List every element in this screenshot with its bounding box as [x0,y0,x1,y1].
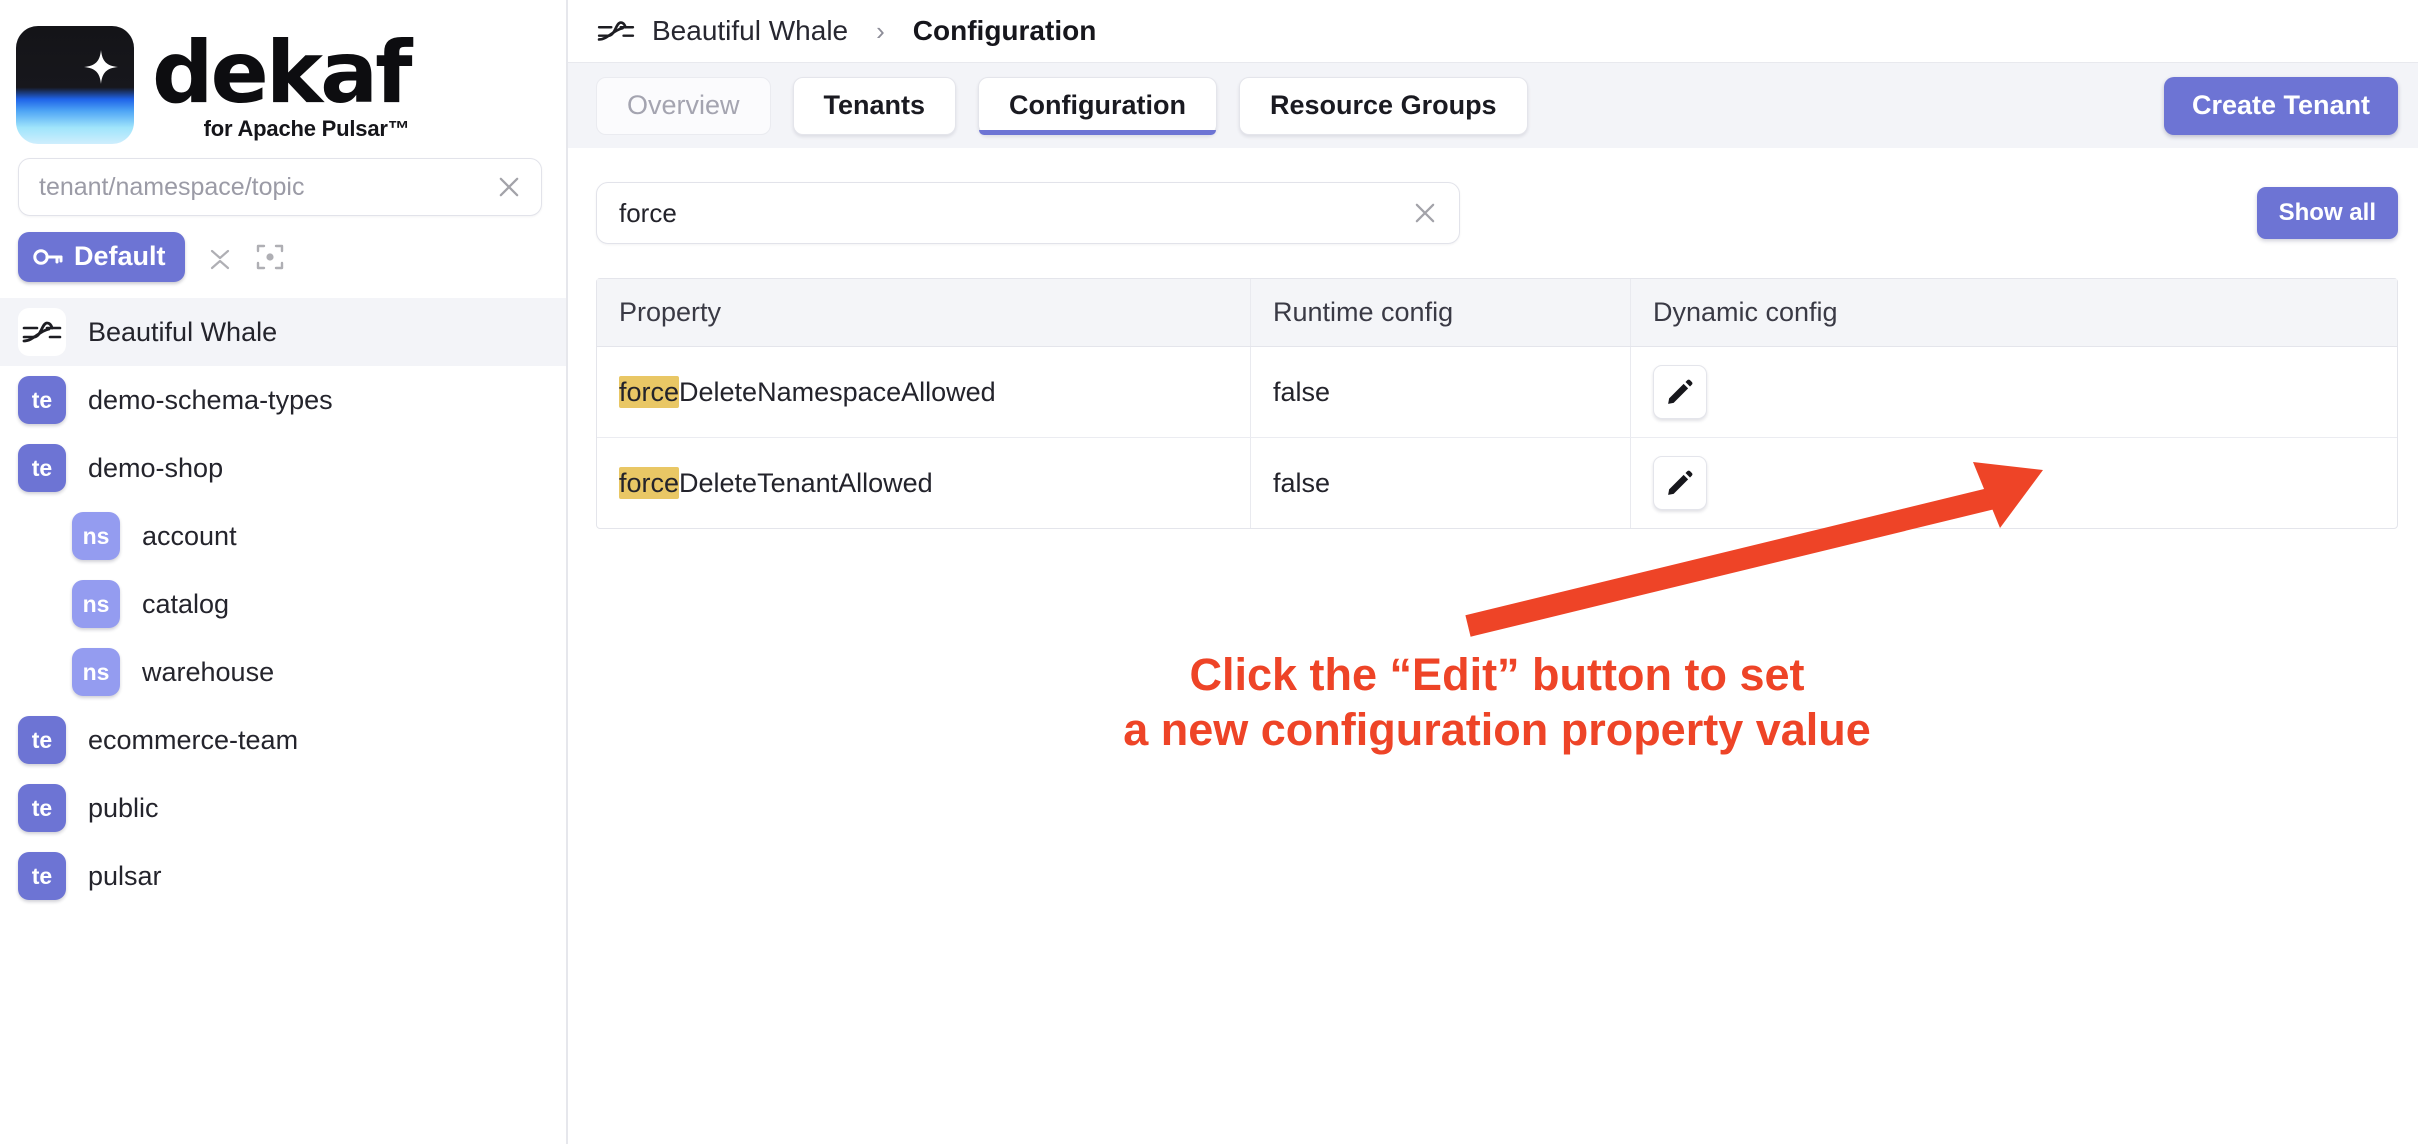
tree-item-pulsar[interactable]: te pulsar [0,842,566,910]
topic-search-input[interactable] [39,172,495,202]
tree-item-label: demo-shop [88,452,224,483]
tab-overview: Overview [596,76,771,135]
property-name-rest: DeleteTenantAllowed [679,467,933,498]
topic-search[interactable] [18,158,542,216]
column-header-runtime-config: Runtime config [1251,279,1631,346]
tree-item-label: pulsar [88,860,162,891]
tree-item-label: demo-schema-types [88,384,333,415]
app-root: dekaf for Apache Pulsar™ Default [0,0,2418,1144]
tree-item-catalog[interactable]: ns catalog [0,570,566,638]
table-row: forceDeleteNamespaceAllowed false [597,347,2397,437]
tab-configuration[interactable]: Configuration [978,76,1218,135]
tab-tenants[interactable]: Tenants [792,76,957,135]
close-icon[interactable] [495,173,523,201]
tab-bar: Overview Tenants Configuration Resource … [568,62,2418,148]
breadcrumb-current: Configuration [912,15,1097,46]
create-tenant-button[interactable]: Create Tenant [2163,76,2398,135]
table-header-row: Property Runtime config Dynamic config [597,279,2397,347]
column-header-property: Property [597,279,1251,346]
namespace-badge: ns [72,648,120,696]
tree-item-public[interactable]: te public [0,774,566,842]
tree-item-label: public [88,792,159,823]
tree-item-label: warehouse [142,656,275,687]
configuration-table: Property Runtime config Dynamic config f… [596,278,2398,529]
breadcrumb-cluster[interactable]: Beautiful Whale [652,15,848,47]
scope-default-button[interactable]: Default [18,232,185,282]
annotation-line-2: a new configuration property value [1123,703,1871,755]
tenant-badge: te [18,444,66,492]
property-filter[interactable] [596,182,1460,244]
sidebar: dekaf for Apache Pulsar™ Default [0,0,568,1144]
tree-item-label: account [142,520,237,551]
tree-item-ecommerce-team[interactable]: te ecommerce-team [0,706,566,774]
property-filter-input[interactable] [619,197,1411,229]
search-match-highlight: force [619,466,680,499]
sparkle-icon [84,50,118,84]
tenant-badge: te [18,852,66,900]
cell-dynamic-config [1631,347,2397,437]
tree-item-warehouse[interactable]: ns warehouse [0,638,566,706]
filter-row: Show all [596,182,2398,244]
main-content: Beautiful Whale › Configuration Overview… [568,0,2418,1144]
collapse-all-icon[interactable] [207,242,233,272]
column-header-dynamic-config: Dynamic config [1653,297,1838,327]
cell-property: forceDeleteTenantAllowed [597,438,1251,528]
cell-dynamic-config [1631,438,2397,528]
tree-item-label: Beautiful Whale [88,316,278,347]
search-match-highlight: force [619,375,680,408]
pencil-icon [1668,470,1693,495]
dekaf-app-icon [16,26,134,144]
scope-row: Default [0,216,566,296]
edit-button[interactable] [1653,365,1707,419]
pulsar-logo-icon [597,21,635,41]
namespace-badge: ns [72,512,120,560]
show-all-button[interactable]: Show all [2256,187,2398,239]
annotation-text: Click the “Edit” button to set a new con… [568,648,2418,758]
resource-tree: Beautiful Whale te demo-schema-types te … [0,296,566,910]
tenant-badge: te [18,716,66,764]
tab-resource-groups[interactable]: Resource Groups [1239,76,1528,135]
cell-runtime-config: false [1251,347,1631,437]
tree-item-account[interactable]: ns account [0,502,566,570]
annotation-line-1: Click the “Edit” button to set [1189,649,1805,700]
pencil-icon [1668,379,1693,404]
configuration-panel: Show all Property Runtime config Dynamic… [568,148,2418,529]
table-row: forceDeleteTenantAllowed false [597,437,2397,528]
tree-item-demo-schema-types[interactable]: te demo-schema-types [0,366,566,434]
tree-item-beautiful-whale[interactable]: Beautiful Whale [0,298,566,366]
tenant-badge: te [18,376,66,424]
breadcrumb: Beautiful Whale › Configuration [568,0,2418,62]
close-icon[interactable] [1411,199,1439,227]
focus-target-icon[interactable] [255,242,285,272]
breadcrumb-separator-icon: › [876,15,885,46]
brand-header: dekaf for Apache Pulsar™ [0,0,566,152]
property-name-rest: DeleteNamespaceAllowed [679,376,996,407]
brand-wordmark: dekaf for Apache Pulsar™ [152,22,413,143]
tenant-badge: te [18,784,66,832]
tree-item-demo-shop[interactable]: te demo-shop [0,434,566,502]
cell-property: forceDeleteNamespaceAllowed [597,347,1251,437]
namespace-badge: ns [72,580,120,628]
scope-label: Default [74,241,166,271]
edit-button[interactable] [1653,456,1707,510]
key-icon [33,248,63,265]
tree-item-label: ecommerce-team [88,724,299,755]
table-body: forceDeleteNamespaceAllowed false forceD… [597,347,2397,528]
brand-name: dekaf [152,22,413,123]
cell-runtime-config: false [1251,438,1631,528]
pulsar-logo-icon [18,308,66,356]
tree-item-label: catalog [142,588,230,619]
